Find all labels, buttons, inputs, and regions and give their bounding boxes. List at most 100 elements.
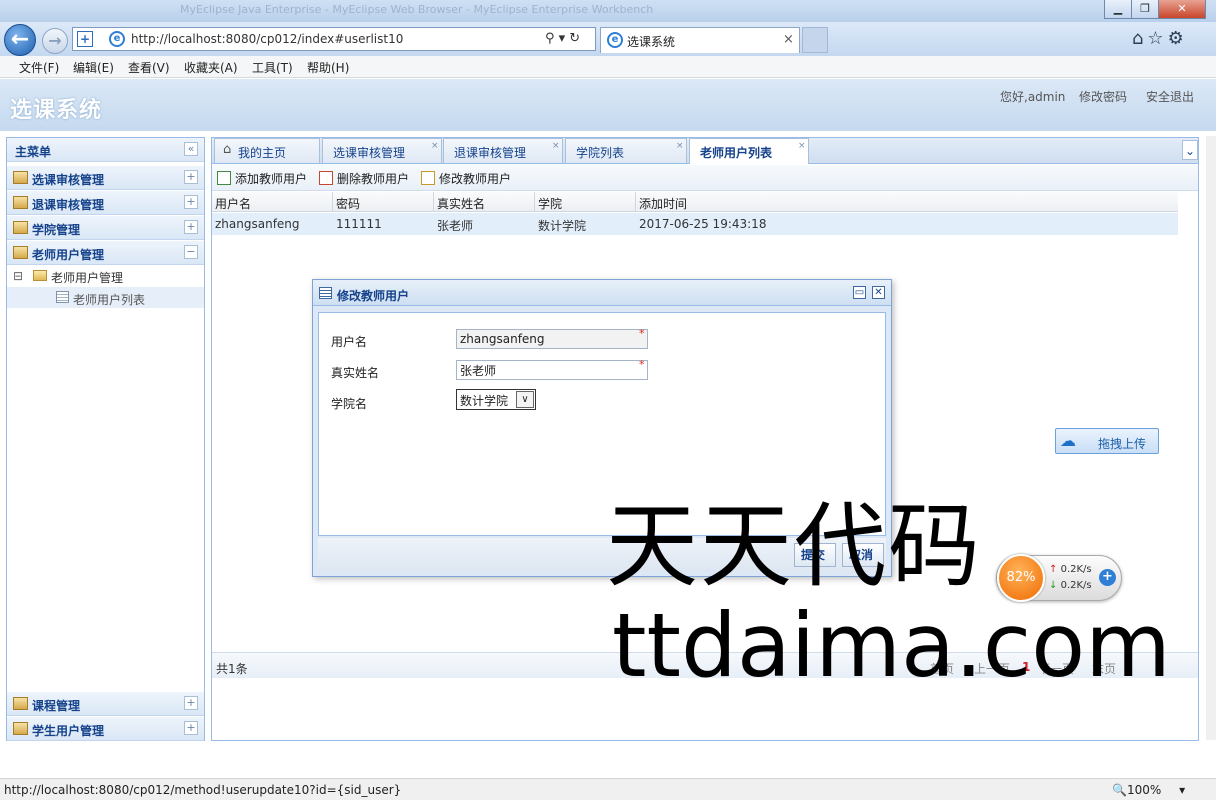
dialog-header[interactable]: 修改教师用户 ▭ ✕ <box>313 280 891 306</box>
close-tab-icon[interactable]: × <box>676 141 684 151</box>
edit-icon <box>421 171 435 185</box>
forward-button[interactable]: → <box>42 28 68 54</box>
cell-password: 111111 <box>336 217 382 231</box>
expand-icon[interactable]: + <box>184 220 198 234</box>
menu-bar: 文件(F) 编辑(E) 查看(V) 收藏夹(A) 工具(T) 帮助(H) <box>0 56 1216 78</box>
expand-icon[interactable]: + <box>184 696 198 710</box>
collapse-icon[interactable]: − <box>184 245 198 259</box>
column-divider[interactable] <box>635 192 636 212</box>
college-select[interactable]: 数计学院 ∨ <box>456 389 536 410</box>
menu-edit[interactable]: 编辑(E) <box>73 59 114 76</box>
column-header[interactable]: 真实姓名 <box>437 195 485 212</box>
ie-page-icon: e <box>109 31 125 47</box>
column-header[interactable]: 密码 <box>336 195 360 212</box>
status-bar: http://localhost:8080/cp012/method!useru… <box>0 778 1216 800</box>
expand-icon[interactable]: + <box>184 721 198 735</box>
sidebar-item-teacher-users[interactable]: 老师用户管理 − <box>7 241 204 265</box>
column-header[interactable]: 添加时间 <box>639 195 687 212</box>
close-icon[interactable]: ✕ <box>872 286 885 299</box>
drag-upload-button[interactable]: ☁ 拖拽上传 <box>1055 428 1159 454</box>
column-divider[interactable] <box>433 192 434 212</box>
collapse-sidebar-icon[interactable]: « <box>184 142 198 156</box>
search-refresh-icons[interactable]: ⚲ ▾ ↻ <box>545 31 580 46</box>
change-password-link[interactable]: 修改密码 <box>1079 88 1127 105</box>
sidebar-item-label: 学生用户管理 <box>32 724 105 738</box>
sidebar-item-student-users[interactable]: 学生用户管理 + <box>7 717 204 741</box>
drag-upload-label: 拖拽上传 <box>1098 437 1147 451</box>
zoom-level[interactable]: 🔍100% ▾ <box>1112 783 1185 797</box>
menu-file[interactable]: 文件(F) <box>19 59 59 76</box>
folder-icon <box>13 722 28 735</box>
network-speed-widget[interactable]: 82% ↑ 0.2K/s ↓ 0.2K/s + <box>996 554 1122 602</box>
delete-icon <box>319 171 333 185</box>
cell-realname: 张老师 <box>437 219 474 233</box>
new-tab-button[interactable] <box>802 27 828 53</box>
tab-college-list[interactable]: 学院列表 × <box>565 138 687 163</box>
realname-field[interactable] <box>456 360 648 380</box>
column-divider[interactable] <box>332 192 333 212</box>
memory-percent[interactable]: 82% <box>997 554 1045 602</box>
grid-header: 用户名 密码 真实姓名 学院 添加时间 <box>212 192 1178 212</box>
back-button[interactable]: ← <box>4 24 36 56</box>
close-tab-icon[interactable]: × <box>783 32 794 47</box>
tree-folder-label[interactable]: 老师用户管理 <box>51 269 123 286</box>
column-header[interactable]: 学院 <box>538 195 562 212</box>
maximize-button[interactable]: ❐ <box>1131 0 1159 19</box>
menu-view[interactable]: 查看(V) <box>128 59 170 76</box>
tab-course-approval[interactable]: 选课审核管理 × <box>322 138 442 163</box>
address-url[interactable]: http://localhost:8080/cp012/index#userli… <box>131 32 403 46</box>
expand-icon[interactable]: + <box>184 195 198 209</box>
column-header[interactable]: 用户名 <box>215 195 251 212</box>
address-bar[interactable]: + e http://localhost:8080/cp012/index#us… <box>72 27 596 51</box>
close-window-button[interactable]: ✕ <box>1158 0 1206 19</box>
tab-label: 学院列表 <box>576 146 625 160</box>
greeting-text: 您好,admin <box>1000 90 1066 104</box>
tab-label: 老师用户列表 <box>700 146 773 160</box>
tab-menu-icon[interactable]: ⌄ <box>1182 140 1198 160</box>
close-tab-icon[interactable]: × <box>552 141 560 151</box>
watermark-url: ttdaima.com <box>612 594 1171 697</box>
sidebar: 主菜单 « 选课审核管理 + 退课审核管理 + 学院管理 + 老师用户管理 − … <box>6 137 205 741</box>
sidebar-item-courses[interactable]: 课程管理 + <box>7 692 204 716</box>
username-field[interactable] <box>456 329 648 349</box>
tab-drop-approval[interactable]: 退课审核管理 × <box>443 138 563 163</box>
tab-home[interactable]: ⌂ 我的主页 <box>214 138 320 163</box>
plus-icon[interactable]: + <box>1099 569 1116 586</box>
browser-tab[interactable]: e 选课系统 × <box>600 27 800 53</box>
menu-favorites[interactable]: 收藏夹(A) <box>184 59 238 76</box>
minimize-button[interactable]: ▁ <box>1104 0 1132 19</box>
close-tab-icon[interactable]: × <box>798 141 806 151</box>
upload-speed-value: 0.2K/s <box>1060 564 1092 575</box>
restore-icon[interactable]: ▭ <box>853 286 866 299</box>
required-mark: * <box>639 327 645 340</box>
form-icon <box>319 287 332 299</box>
page-scrollbar[interactable] <box>1206 136 1216 740</box>
column-divider[interactable] <box>534 192 535 212</box>
username-label: 用户名 <box>331 335 368 349</box>
sidebar-header: 主菜单 « <box>7 138 204 162</box>
home-favorites-settings-icons[interactable]: ⌂☆⚙ <box>1132 28 1188 49</box>
download-speed-value: 0.2K/s <box>1060 580 1092 591</box>
sidebar-item-drop-approval[interactable]: 退课审核管理 + <box>7 191 204 215</box>
delete-teacher-button[interactable]: 删除教师用户 <box>319 170 409 187</box>
table-row[interactable]: zhangsanfeng 111111 张老师 数计学院 2017-06-25 … <box>212 213 1178 235</box>
zoom-dropdown-icon[interactable]: ▾ <box>1179 783 1185 797</box>
menu-tools[interactable]: 工具(T) <box>252 59 293 76</box>
expand-icon[interactable]: + <box>184 170 198 184</box>
college-select-value: 数计学院 <box>460 394 509 408</box>
sidebar-item-course-approval[interactable]: 选课审核管理 + <box>7 166 204 190</box>
chevron-down-icon[interactable]: ∨ <box>516 391 534 408</box>
add-teacher-button[interactable]: 添加教师用户 <box>217 170 307 187</box>
sidebar-item-label: 退课审核管理 <box>32 198 105 212</box>
close-tab-icon[interactable]: × <box>431 141 439 151</box>
add-favorite-icon[interactable]: + <box>77 31 93 47</box>
folder-icon <box>13 196 28 209</box>
menu-help[interactable]: 帮助(H) <box>307 59 349 76</box>
tree-toggle-icon[interactable]: ⊟ <box>13 269 23 283</box>
tree-leaf-label[interactable]: 老师用户列表 <box>73 291 145 308</box>
tab-teacher-list[interactable]: 老师用户列表 × <box>689 138 809 164</box>
sidebar-item-college[interactable]: 学院管理 + <box>7 216 204 240</box>
window-title: MyEclipse Java Enterprise - MyEclipse We… <box>180 3 654 16</box>
edit-teacher-button[interactable]: 修改教师用户 <box>421 170 511 187</box>
logout-link[interactable]: 安全退出 <box>1146 88 1194 105</box>
